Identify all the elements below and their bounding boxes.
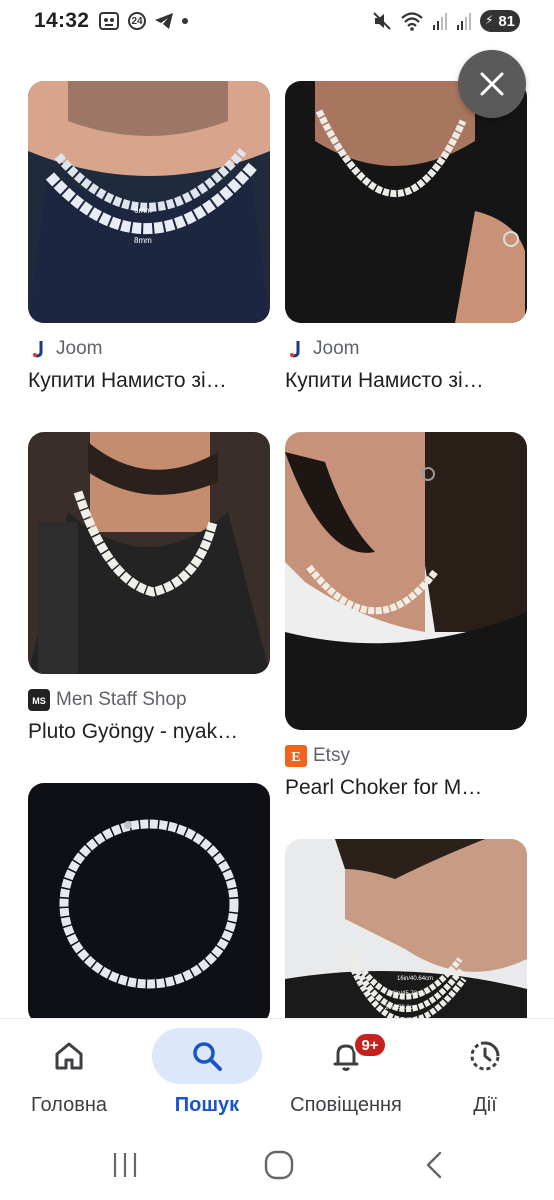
back-button[interactable] [405, 1142, 465, 1188]
source-name: Joom [313, 338, 360, 359]
source-name: Men Staff Shop [56, 689, 187, 710]
recents-button[interactable] [95, 1142, 155, 1188]
source-row: Joom [28, 337, 270, 361]
source-row: E Etsy [285, 744, 527, 768]
ms-logo: MS [28, 689, 50, 711]
result-card[interactable]: 16in/40.64cm 18in/45.72cm 20in/50.8cm [285, 839, 527, 1020]
result-card[interactable]: MS Men Staff Shop Pluto Gyöngy - nyak… [28, 432, 270, 744]
signal-icon [456, 11, 472, 31]
result-image[interactable]: 16in/40.64cm 18in/45.72cm 20in/50.8cm [285, 839, 527, 1020]
close-icon [480, 72, 504, 96]
joom-logo [28, 338, 50, 360]
nav-label: Дії [473, 1094, 497, 1116]
strand-size-label: 18in/45.72cm [389, 991, 425, 997]
result-card[interactable]: 6mm 8mm Joom Купити Намисто зі… [28, 81, 270, 393]
system-navigation [0, 1130, 554, 1200]
signal-icon [432, 11, 448, 31]
svg-text:E: E [291, 750, 300, 765]
status-icons-right: ⚡ 81 [372, 8, 520, 34]
dot-icon [182, 18, 188, 24]
battery-icon: ⚡ 81 [480, 10, 520, 32]
nav-label: Сповіщення [290, 1094, 402, 1116]
strand-size-label: 20in/50.8cm [385, 1005, 418, 1011]
result-card[interactable]: Joom Купити Намисто зі… [285, 81, 527, 393]
results-column-left: 6mm 8mm Joom Купити Намисто зі… MS Men S… [28, 52, 270, 1020]
close-button[interactable] [458, 50, 526, 118]
recents-icon [113, 1153, 137, 1177]
wifi-icon [400, 11, 424, 31]
source-name: Etsy [313, 745, 350, 766]
status-icons-left: 24 [98, 9, 188, 33]
source-row: Joom [285, 337, 527, 361]
charging-icon: ⚡ [485, 13, 494, 27]
back-icon [426, 1151, 442, 1179]
nav-label: Пошук [174, 1094, 240, 1116]
home-icon [55, 1042, 83, 1070]
nav-home[interactable]: Головна [14, 1019, 124, 1131]
strand-size-label: 16in/40.64cm [397, 976, 433, 982]
strand-size-label: 8mm [134, 236, 152, 245]
telegram-icon [154, 12, 174, 30]
image-results: 6mm 8mm Joom Купити Намисто зі… MS Men S… [0, 52, 554, 1020]
result-card[interactable]: E Etsy Pearl Choker for M… [285, 432, 527, 800]
result-image[interactable] [28, 432, 270, 674]
result-title[interactable]: Pearl Choker for M… [285, 776, 527, 800]
result-card[interactable] [28, 783, 270, 1020]
badge-24-icon: 24 [128, 12, 146, 30]
screen: 14:32 24 ⚡ 81 6mm 8mm Joom Купити Намист… [0, 0, 554, 1200]
results-column-right: Joom Купити Намисто зі… E Etsy Pearl Cho… [285, 52, 527, 1020]
strand-size-label: 6mm [134, 206, 152, 215]
status-bar: 14:32 24 ⚡ 81 [0, 0, 554, 46]
etsy-logo: E [285, 745, 307, 767]
result-title[interactable]: Купити Намисто зі… [285, 369, 527, 393]
joom-logo [285, 338, 307, 360]
nav-label: Головна [31, 1094, 107, 1116]
result-title[interactable]: Pluto Gyöngy - nyak… [28, 720, 270, 744]
result-image[interactable] [285, 432, 527, 730]
nav-notifications[interactable]: 9+ Сповіщення [290, 1019, 402, 1131]
notification-badge: 9+ [353, 1032, 387, 1058]
nav-activity[interactable]: Дії [430, 1019, 540, 1131]
photo-frame-icon [98, 11, 120, 31]
search-icon [193, 1042, 222, 1071]
result-image[interactable] [28, 783, 270, 1020]
home-button[interactable] [249, 1142, 309, 1188]
nav-search[interactable]: Пошук [152, 1019, 262, 1131]
result-image[interactable]: 6mm 8mm [28, 81, 270, 323]
activity-icon [470, 1041, 500, 1071]
bottom-navigation: Головна Пошук 9+ Сповіщення Дії [0, 1018, 554, 1131]
source-row: MS Men Staff Shop [28, 688, 270, 712]
home-circle-icon [264, 1150, 294, 1180]
result-title[interactable]: Купити Намисто зі… [28, 369, 270, 393]
svg-text:MS: MS [32, 696, 46, 706]
mute-icon [372, 11, 392, 31]
source-name: Joom [56, 338, 103, 359]
battery-level: 81 [498, 12, 515, 30]
status-time: 14:32 [34, 9, 90, 32]
